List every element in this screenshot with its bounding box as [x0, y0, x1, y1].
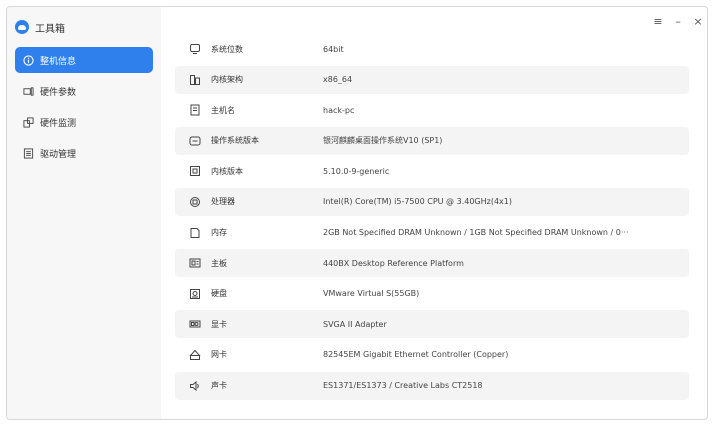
info-row-graphics-card: 显卡 SVGA II Adapter: [175, 310, 689, 339]
info-row-motherboard: 主板 440BX Desktop Reference Platform: [175, 249, 689, 278]
toolbox-window: 工具箱 整机信息 硬件参数 硬件监测 驱动管理 ≡ – × 系统位数 64bit…: [6, 6, 708, 420]
sound-card-icon: [189, 380, 201, 392]
sidebar-item-machine-info[interactable]: 整机信息: [15, 47, 153, 73]
monitor-icon: [23, 116, 34, 128]
info-value: ES1371/ES1373 / Creative Labs CT2518: [323, 381, 483, 391]
machine-info-list: 系统位数 64bit 内核架构 x86_64 主机名 hack-pc 操作系统版…: [175, 35, 689, 402]
info-row-system-bits: 系统位数 64bit: [175, 35, 689, 63]
info-value: SVGA II Adapter: [323, 319, 387, 329]
info-label: 内核架构: [211, 75, 243, 85]
info-row-processor: 处理器 Intel(R) Core(TM) i5-7500 CPU @ 3.40…: [175, 187, 689, 216]
app-logo-icon: [15, 20, 29, 34]
sidebar-item-label: 驱动管理: [40, 149, 77, 160]
info-row-memory: 内存 2GB Not Specified DRAM Unknown / 1GB …: [175, 219, 689, 247]
info-value: 2GB Not Specified DRAM Unknown / 1GB Not…: [323, 228, 629, 238]
info-label: 主机名: [211, 105, 235, 115]
info-row-os-version: 操作系统版本 银河麒麟桌面操作系统V10 (SP1): [175, 126, 689, 155]
info-value: VMware Virtual S(55GB): [323, 289, 420, 299]
info-value: 440BX Desktop Reference Platform: [323, 258, 464, 268]
info-value: x86_64: [323, 75, 353, 85]
app-title: 工具箱: [35, 23, 65, 35]
sidebar-item-label: 硬件监测: [40, 118, 77, 129]
sidebar-item-label: 硬件参数: [40, 87, 77, 98]
disk-icon: [189, 288, 201, 300]
sidebar-nav: 整机信息 硬件参数 硬件监测 驱动管理: [15, 47, 153, 171]
host-icon: [189, 104, 201, 116]
hardware-icon: [23, 86, 34, 97]
graphics-card-icon: [189, 318, 201, 330]
info-label: 内核版本: [211, 166, 243, 176]
app-header: 工具箱: [15, 17, 65, 37]
info-label: 处理器: [211, 197, 235, 207]
info-label: 操作系统版本: [211, 136, 259, 146]
info-value: hack-pc: [323, 105, 355, 115]
info-row-hostname: 主机名 hack-pc: [175, 96, 689, 124]
network-card-icon: [189, 349, 201, 361]
driver-icon: [23, 147, 34, 159]
menu-button[interactable]: ≡: [651, 15, 665, 29]
kernel-version-icon: [189, 165, 201, 177]
memory-icon: [189, 227, 201, 239]
motherboard-icon: [189, 257, 201, 269]
cpu-bits-icon: [189, 43, 201, 55]
info-row-sound-card: 声卡 ES1371/ES1373 / Creative Labs CT2518: [175, 371, 689, 400]
kernel-arch-icon: [189, 74, 201, 86]
info-value: Intel(R) Core(TM) i5-7500 CPU @ 3.40GHz(…: [323, 197, 512, 207]
info-label: 网卡: [211, 350, 227, 360]
sidebar-item-hardware-monitor[interactable]: 硬件监测: [15, 109, 153, 135]
info-label: 系统位数: [211, 44, 243, 54]
info-row-kernel-arch: 内核架构 x86_64: [175, 65, 689, 94]
info-value: 5.10.0-9-generic: [323, 166, 390, 176]
info-label: 声卡: [211, 381, 227, 391]
close-button[interactable]: ×: [691, 15, 705, 29]
info-row-network-card: 网卡 82545EM Gigabit Ethernet Controller (…: [175, 341, 689, 369]
sidebar: 工具箱 整机信息 硬件参数 硬件监测 驱动管理: [7, 7, 161, 419]
sidebar-item-label: 整机信息: [40, 56, 77, 67]
info-icon: [23, 54, 34, 66]
info-row-disk: 硬盘 VMware Virtual S(55GB): [175, 280, 689, 308]
sidebar-item-hardware-params[interactable]: 硬件参数: [15, 78, 153, 104]
sidebar-item-driver-manage[interactable]: 驱动管理: [15, 140, 153, 166]
info-value: 64bit: [323, 44, 344, 54]
minimize-button[interactable]: –: [671, 15, 685, 29]
info-label: 内存: [211, 228, 227, 238]
info-row-kernel-version: 内核版本 5.10.0-9-generic: [175, 157, 689, 185]
info-label: 显卡: [211, 319, 227, 329]
info-label: 主板: [211, 258, 227, 268]
os-icon: [189, 135, 201, 147]
info-value: 银河麒麟桌面操作系统V10 (SP1): [323, 136, 443, 146]
info-value: 82545EM Gigabit Ethernet Controller (Cop…: [323, 350, 509, 360]
info-label: 硬盘: [211, 289, 227, 299]
processor-icon: [189, 196, 201, 208]
